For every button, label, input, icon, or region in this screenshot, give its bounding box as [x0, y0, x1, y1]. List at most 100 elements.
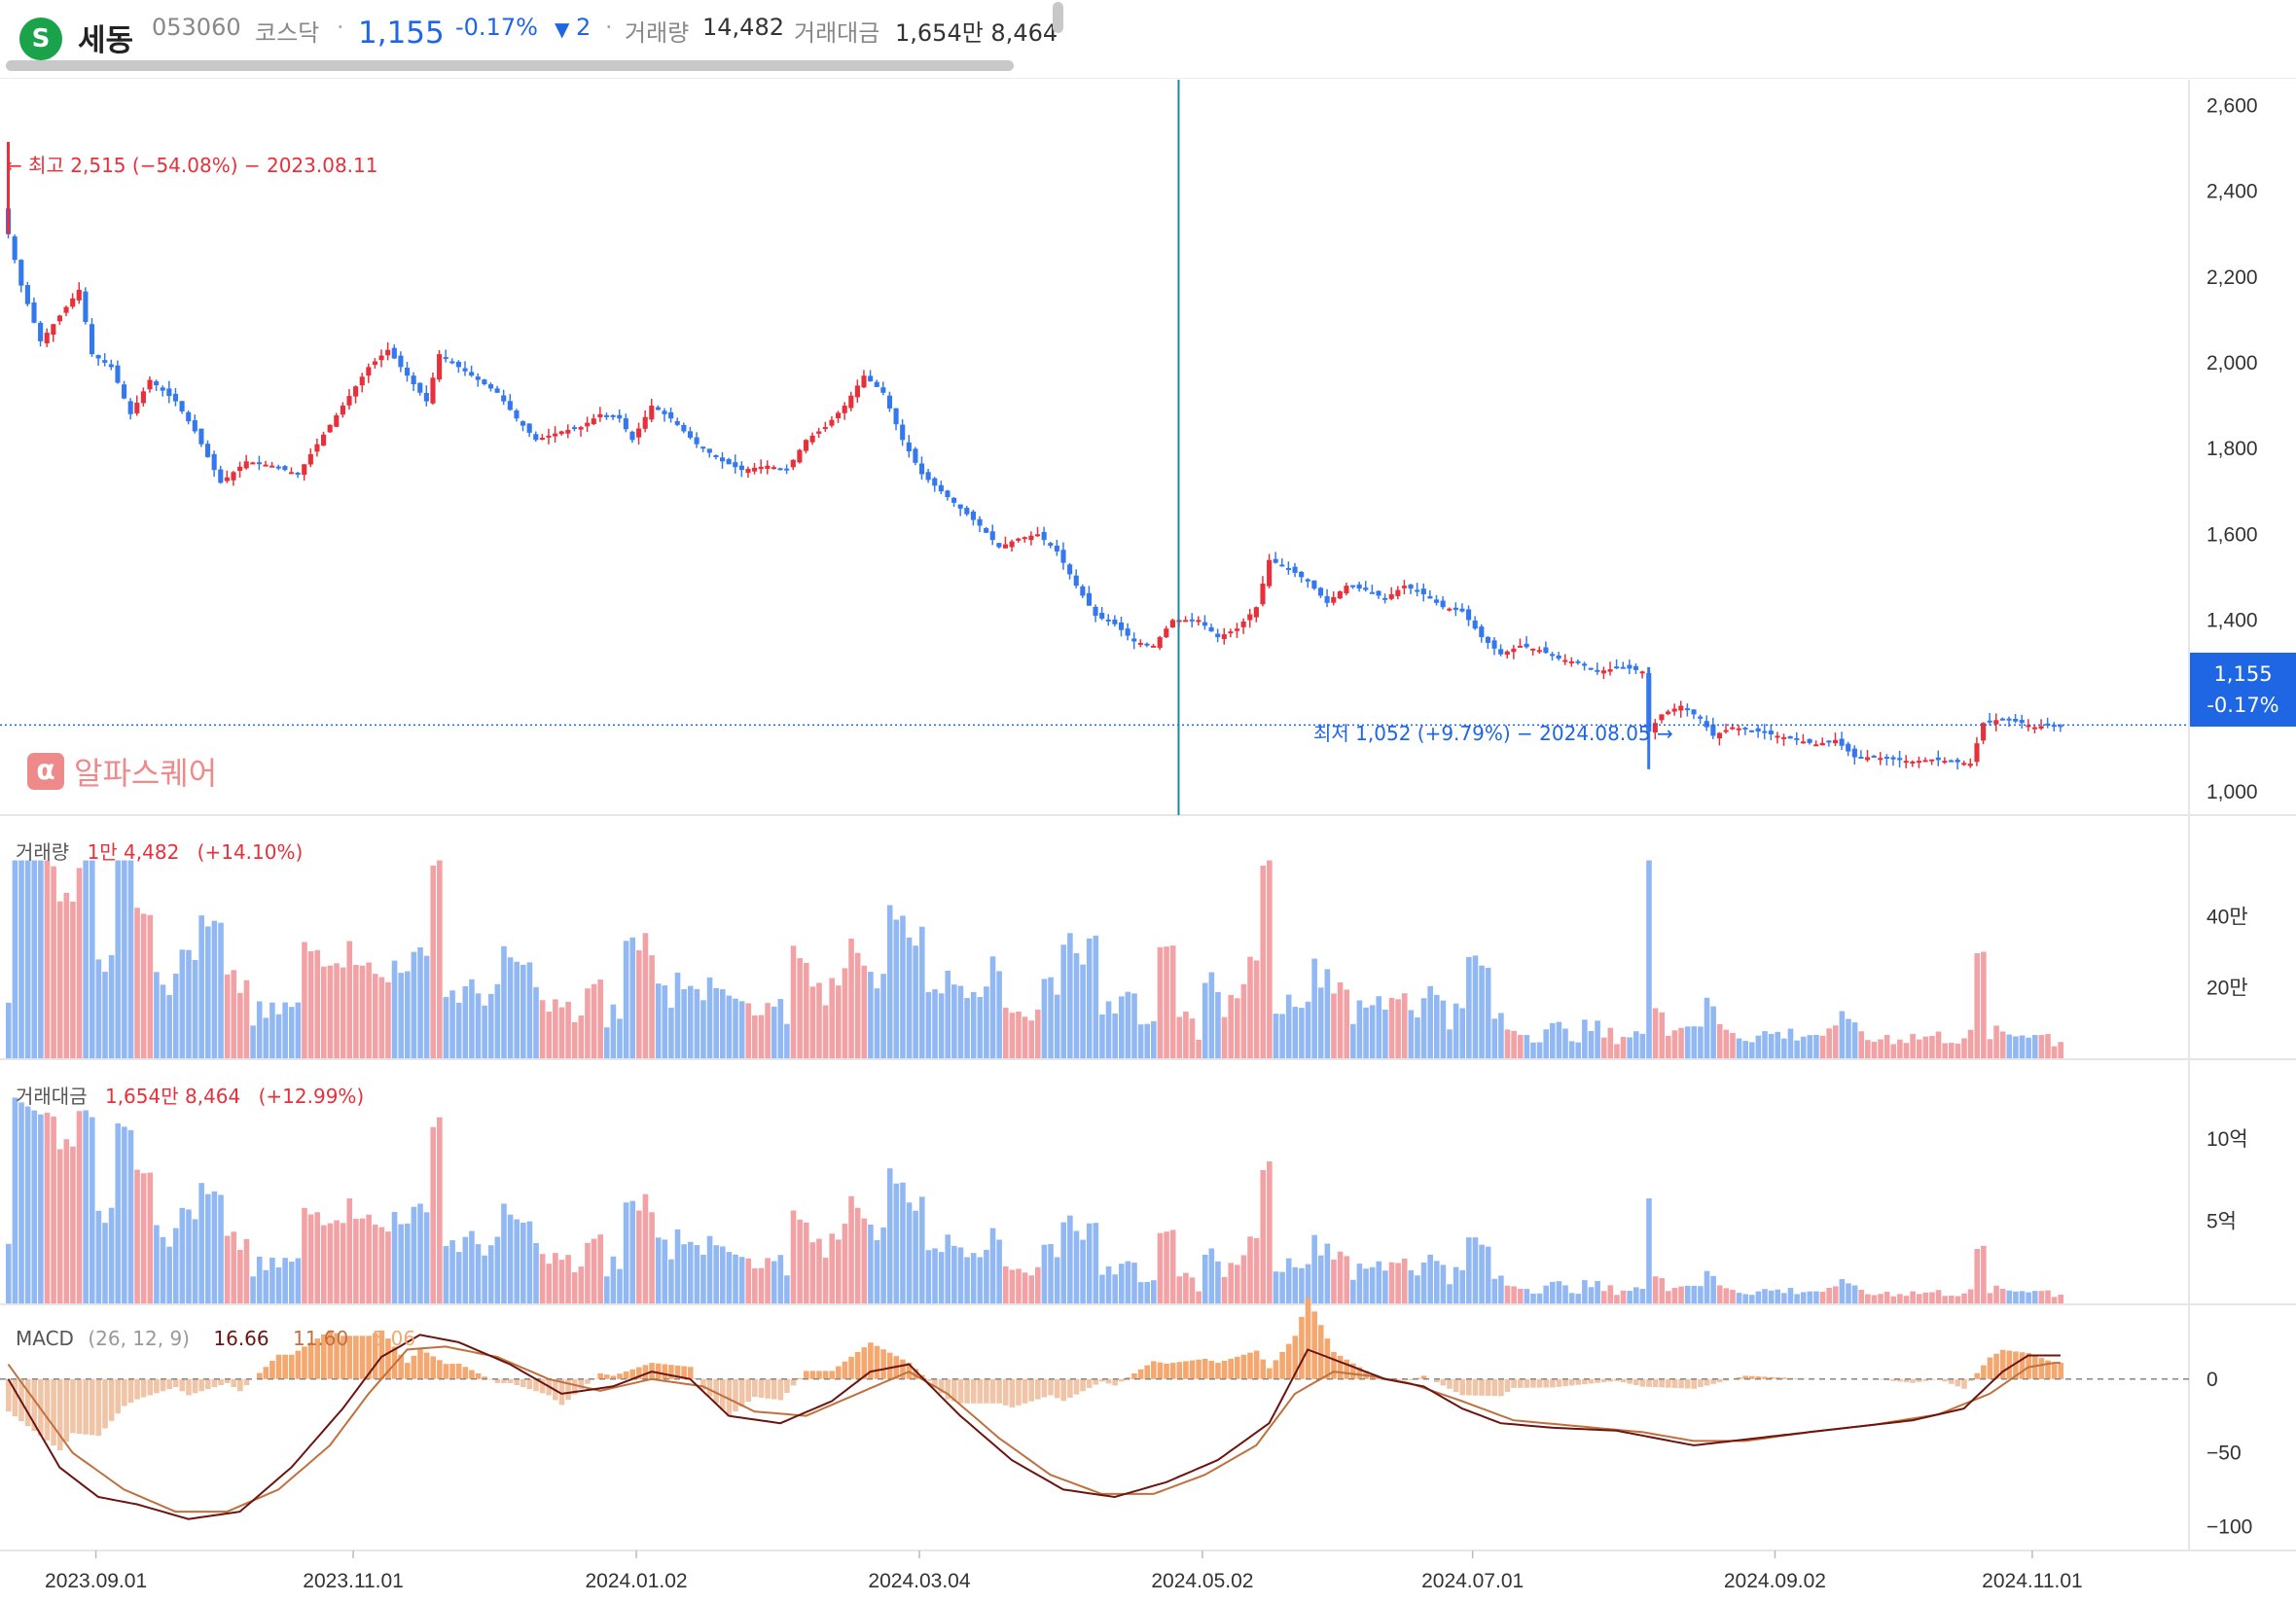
volume-bar [76, 868, 83, 1058]
volume-bar [1388, 997, 1395, 1058]
macd-panel-label: MACD [16, 1327, 74, 1350]
amount-bar [1215, 1261, 1221, 1303]
volume-bar [1607, 1027, 1614, 1058]
candle-body [836, 412, 842, 418]
candle-body [1401, 586, 1408, 588]
macd-histogram-bar [302, 1346, 307, 1379]
amount-bar [726, 1252, 733, 1303]
amount-bar [546, 1264, 553, 1303]
macd-histogram-bar [1215, 1363, 1221, 1379]
volume-bar [423, 955, 430, 1058]
amount-bar [482, 1255, 487, 1303]
amount-bar [263, 1269, 269, 1303]
macd-histogram-bar [642, 1365, 649, 1379]
last-price-tag: 1,155 -0.17% [2190, 653, 2296, 727]
candle-body [1684, 708, 1690, 711]
candle-body [809, 435, 815, 443]
x-tick-label: 2024.09.02 [1724, 1570, 1826, 1592]
volume-bar [1215, 991, 1221, 1058]
candle-body [1164, 628, 1169, 638]
volume-bar [1993, 1025, 1999, 1058]
amount-bar [115, 1122, 122, 1303]
macd-histogram-bar [1022, 1378, 1028, 1404]
macd-histogram-bar [51, 1378, 56, 1446]
candle-body [984, 527, 989, 533]
candle-body [1292, 566, 1298, 573]
volume-bar [179, 949, 186, 1058]
candle-body [913, 448, 918, 463]
amount-bar [1967, 1289, 1974, 1303]
volume-panel-pct: (+14.10%) [197, 840, 304, 864]
macd-histogram-bar [1060, 1378, 1067, 1402]
macd-histogram-bar [24, 1378, 31, 1427]
volume-bar [1054, 994, 1060, 1058]
macd-histogram-bar [1999, 1349, 2006, 1379]
amount-bar [366, 1214, 372, 1303]
amount-bar [1865, 1294, 1871, 1303]
macd-histogram-bar [1504, 1378, 1511, 1393]
amount-bar [977, 1257, 984, 1303]
amount-bar [359, 1218, 366, 1303]
amount-bar [1086, 1223, 1093, 1303]
volume-bar [1800, 1036, 1807, 1058]
macd-histogram-bar [95, 1378, 102, 1437]
volume-bar [738, 1001, 745, 1058]
volume-bar [2031, 1035, 2038, 1058]
candle-body [1189, 619, 1195, 622]
amount-bar [1582, 1280, 1588, 1303]
volume-bar [1858, 1031, 1865, 1058]
volume-bar [455, 1002, 462, 1058]
candle-body [951, 497, 957, 503]
volume-bar [1369, 1005, 1376, 1058]
volume-bar [957, 985, 964, 1058]
candle-body [585, 422, 591, 427]
amount-bar [526, 1221, 533, 1303]
candle-body [1666, 711, 1671, 715]
candle-body [353, 386, 359, 397]
price-tick-label: 1,400 [2206, 609, 2258, 631]
volume-bar [1105, 1001, 1112, 1058]
volume-bar [1530, 1042, 1536, 1058]
candle-body [449, 361, 455, 364]
amount-bar [494, 1236, 501, 1303]
macd-histogram-bar [668, 1365, 674, 1379]
amount-bar [1878, 1294, 1883, 1303]
volume-bar [1247, 956, 1253, 1058]
stock-chart[interactable]: 2,6002,4002,2002,0001,8001,6001,4001,200… [0, 0, 2296, 1603]
macd-histogram-bar [1253, 1350, 1260, 1379]
volume-bar [1632, 1031, 1639, 1058]
volume-bar [1614, 1044, 1620, 1058]
volume-bar [198, 915, 204, 1058]
amount-bar [95, 1210, 102, 1303]
candle-body [1022, 537, 1027, 540]
volume-bar [836, 985, 842, 1058]
amount-bar [18, 1102, 24, 1303]
macd-params: (26, 12, 9) [88, 1327, 190, 1350]
amount-bar [957, 1247, 964, 1303]
candle-body [514, 410, 520, 419]
volume-bar [1910, 1033, 1916, 1058]
volume-bar [861, 965, 868, 1058]
volume-bar [1305, 1001, 1311, 1058]
macd-histogram-bar [1536, 1378, 1543, 1388]
volume-bar [636, 949, 642, 1058]
amount-bar [681, 1244, 687, 1303]
amount-panel-value: 1,654만 8,464 [104, 1085, 241, 1108]
macd-histogram-bar [2051, 1363, 2058, 1379]
amount-bar [372, 1224, 378, 1303]
amount-bar [964, 1257, 970, 1303]
volume-bar [1974, 952, 1981, 1058]
amount-bar [822, 1258, 829, 1303]
amount-bar [1054, 1257, 1060, 1303]
volume-bar [1794, 1040, 1800, 1058]
macd-histogram-bar [1498, 1378, 1504, 1397]
volume-bar [1903, 1043, 1910, 1058]
candle-body [18, 260, 24, 286]
macd-histogram-bar [977, 1378, 984, 1404]
candle-body [1369, 591, 1375, 594]
amount-bar [1955, 1296, 1961, 1303]
macd-histogram-bar [777, 1378, 784, 1401]
amount-bar [1472, 1237, 1479, 1303]
amount-bar [1002, 1265, 1009, 1303]
volume-panel-label: 거래량 [16, 840, 70, 864]
